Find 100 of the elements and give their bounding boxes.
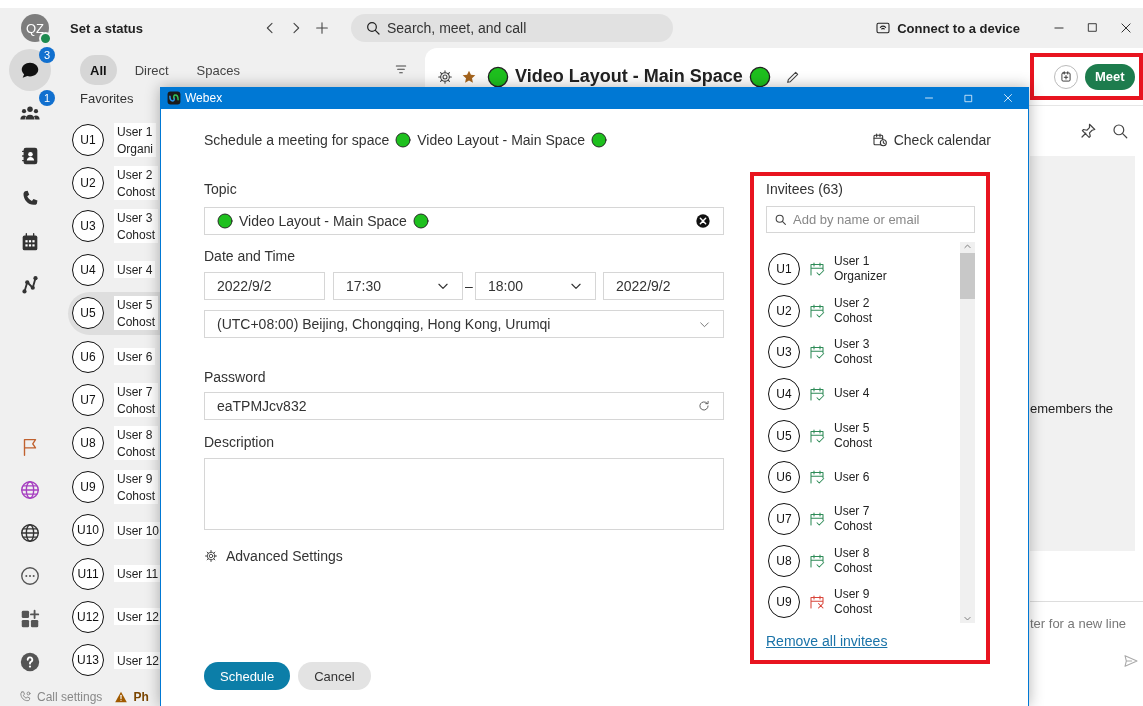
contact-name: User 10 [114,521,163,539]
filter-tab[interactable]: All [80,55,117,85]
search-field[interactable]: Search, meet, and call [351,14,673,42]
chat-row[interactable]: U6 User 6 [68,334,160,379]
date-field[interactable]: 2022/9/2 [204,272,325,300]
description-field[interactable] [204,458,724,530]
chat-row[interactable]: U2 User 2 Cohost [68,161,160,205]
user-avatar: U9 [72,470,104,503]
message-text: emembers the [1030,401,1114,416]
invitee-role: Cohost [834,352,873,368]
chat-row[interactable]: U12 User 12 [68,595,160,639]
invitee-role: Cohost [834,560,873,576]
scroll-up-icon [963,242,972,251]
circle-icon [395,132,412,148]
user-avatar[interactable]: QZ [21,14,49,42]
connect-device-button[interactable]: Connect to a device [875,20,1020,36]
schedule-button[interactable] [1054,64,1078,89]
user-avatar: U8 [72,427,104,460]
globe-icon [19,478,41,501]
time-dropdown[interactable]: 18:00 [475,272,596,300]
contact-role: Cohost [114,443,159,461]
search-icon[interactable] [1111,122,1129,140]
contact-name: User 8 [114,426,159,444]
chat-row[interactable]: U1 User 1 Organi [68,118,160,162]
user-avatar: U12 [72,601,104,633]
timezone-dropdown[interactable]: (UTC+08:00) Beijing, Chongqing, Hong Kong, Urumqi [204,310,724,338]
password-field[interactable]: eaTPMJcv832 [204,392,724,420]
time-dropdown[interactable]: 17:30 [333,272,463,300]
invitee-name: User 7 [834,503,871,519]
meet-button[interactable]: Meet [1085,63,1135,90]
filter-tab[interactable]: Spaces [186,55,250,85]
section-heading: Favorites [80,90,134,108]
contact-name: User 2 [114,166,159,184]
contact-name: User 4 [114,261,156,279]
count-badge: 1 [39,89,55,106]
cancel-button[interactable]: Cancel [298,662,371,690]
more-icon [19,564,41,587]
user-avatar: U7 [72,384,104,417]
invitee-name: User 4 [834,386,870,402]
invitee-name: User 8 [834,545,871,561]
warning-icon [114,690,129,704]
settings-icon[interactable] [437,68,453,85]
user-avatar: U4 [72,253,104,286]
invitee-role: Cohost [834,435,873,451]
close-icon[interactable] [1119,21,1133,35]
warning-text: Ph [133,690,149,704]
space-name: Video Layout - Main Space [417,132,586,148]
filter-tab[interactable]: Direct [124,55,179,85]
field-label: Topic [204,180,238,198]
status-text[interactable]: Set a status [70,20,257,36]
search-icon [365,20,381,36]
contact-name: User 1 [114,122,157,140]
scrollbar-thumb[interactable] [960,253,975,299]
topic-field[interactable]: Video Layout - Main Space [204,207,724,235]
circle-icon [748,65,771,88]
chat-row[interactable]: U9 User 9 Cohost [68,465,160,509]
invitee-search-field[interactable]: Add by name or email [766,206,975,233]
contact-role: Cohost [114,313,159,331]
circle-icon [412,213,429,229]
chat-row[interactable]: U5 User 5 Cohost [68,291,160,335]
app-logo-icon [167,91,181,105]
invitee-role: Cohost [834,518,873,534]
advanced-settings-button[interactable]: Advanced Settings [204,547,343,565]
maximize-icon[interactable] [1086,21,1099,34]
plus-icon[interactable] [314,20,330,36]
invitee-role: Organizer [834,268,887,284]
composer-text[interactable]: ter for a new line [1030,616,1143,631]
contact-role: Cohost [114,226,159,244]
circle-icon [217,213,233,229]
maximize-icon[interactable] [963,92,974,104]
chat-row[interactable]: U11 User 11 [68,551,160,596]
chat-row[interactable]: U10 User 10 [68,508,160,552]
circle-icon [591,132,608,148]
clear-icon[interactable] [695,213,711,229]
contact-name: User 6 [114,348,156,366]
contact-name: User 11 [114,565,162,583]
chat-row[interactable]: U3 User 3 Cohost [68,204,160,249]
schedule-button[interactable]: Schedule [204,662,291,690]
invitee-name: User 2 [834,295,871,311]
invitee-name: User 9 [834,587,871,603]
contact-role: Cohost [114,183,159,201]
refresh-icon[interactable] [697,399,711,413]
check-calendar-button[interactable]: Check calendar [871,132,991,148]
invitee-name: User 5 [834,420,871,436]
remove-all-link[interactable]: Remove all invitees [766,633,888,649]
calendar-plus-icon [1059,69,1073,84]
field-label: Password [204,368,267,386]
invitee-name: User 1 [834,253,871,269]
chat-row[interactable]: U8 User 8 Cohost [68,421,160,466]
pin-icon[interactable] [1079,122,1097,140]
contact-role: Cohost [114,400,159,418]
help-icon [19,650,41,673]
date-field[interactable]: 2022/9/2 [603,272,724,300]
invitee-name: User 3 [834,337,871,353]
avatar-initials: QZ [25,20,45,36]
chat-row[interactable]: U13 User 12 [68,638,160,683]
user-avatar: U6 [72,340,104,373]
chat-row[interactable]: U7 User 7 Cohost [68,378,160,422]
scrollbar[interactable] [960,242,975,623]
chat-row[interactable]: U4 User 4 [68,248,160,292]
